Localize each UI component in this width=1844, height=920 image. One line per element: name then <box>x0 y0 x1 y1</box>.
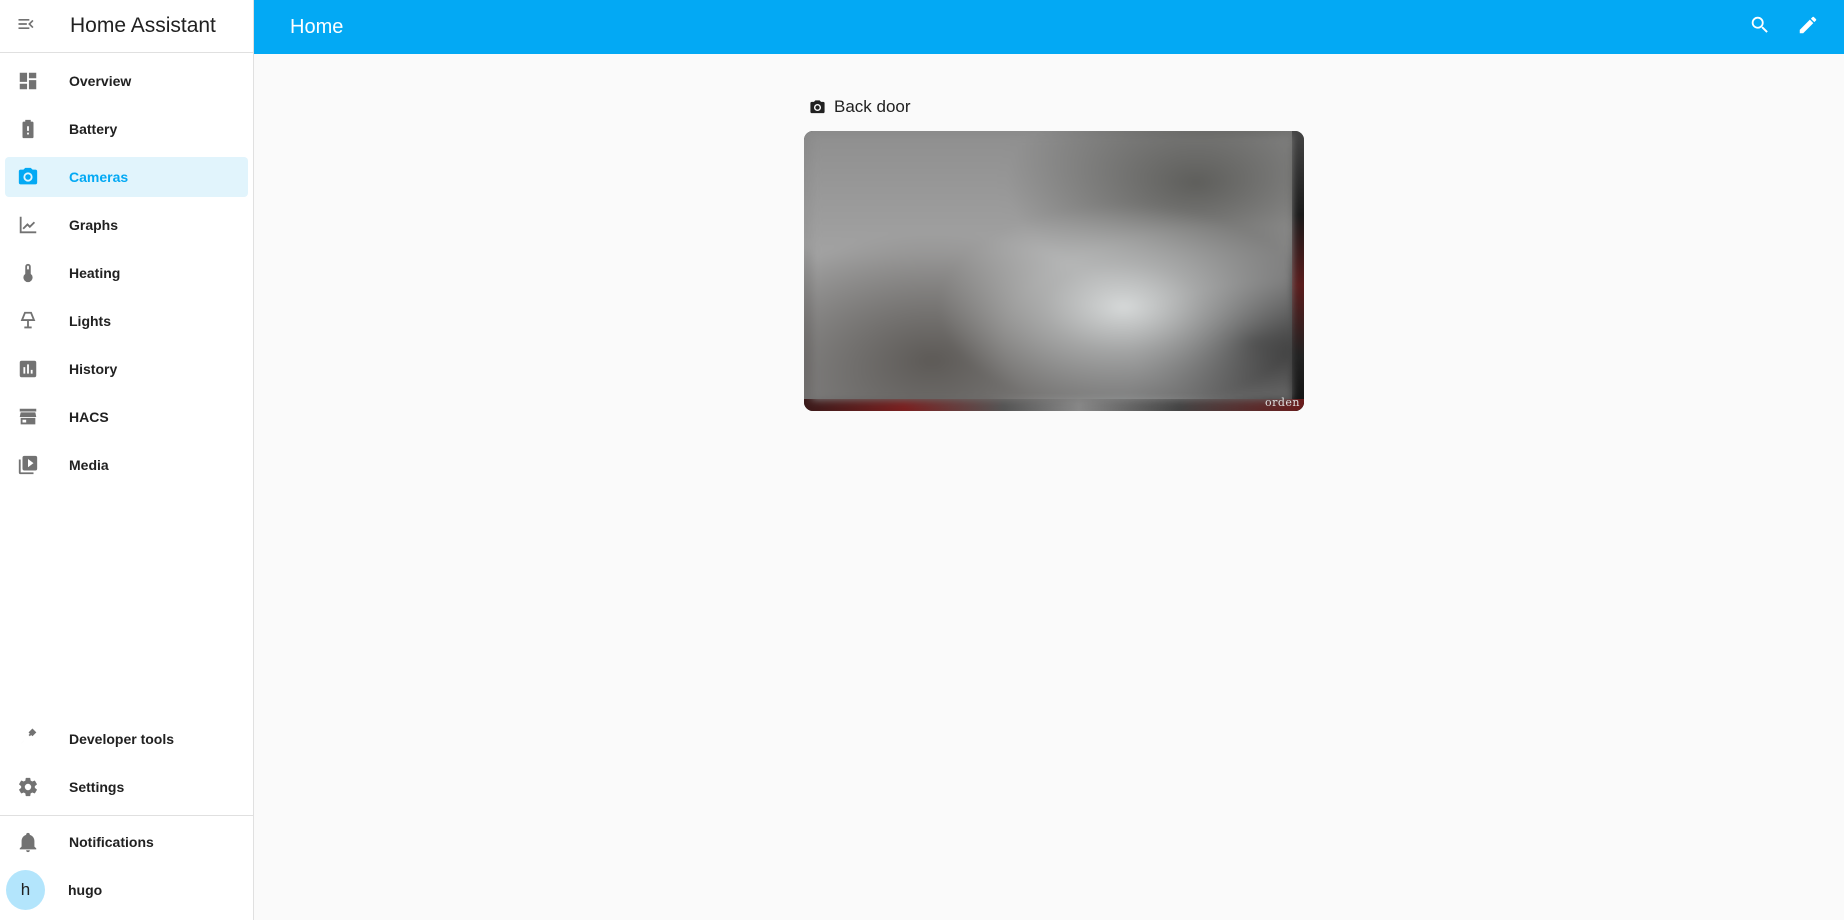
user-name: hugo <box>68 882 103 898</box>
sidebar-item-lights[interactable]: Lights <box>5 301 248 341</box>
chart-line-icon <box>5 214 45 236</box>
sidebar-item-label: Heating <box>69 265 121 281</box>
camera-watermark: orden <box>1264 396 1300 409</box>
search-icon <box>1749 14 1771 41</box>
radiator-icon <box>5 262 45 284</box>
sidebar-item-label: Lights <box>69 313 111 329</box>
sidebar-item-heating[interactable]: Heating <box>5 253 248 293</box>
hacs-store-icon <box>5 406 45 428</box>
sidebar-item-label: Overview <box>69 73 132 89</box>
camera-card-header: Back door <box>804 94 1304 120</box>
edit-dashboard-button[interactable] <box>1784 3 1832 51</box>
media-play-icon <box>5 454 45 476</box>
dashboard-content: Back door orden <box>254 54 1844 920</box>
camera-icon <box>5 166 45 188</box>
sidebar-item-label: Settings <box>69 779 125 795</box>
sidebar: Home Assistant Overview Battery Cameras <box>0 0 254 920</box>
main-area: Home Back door orden <box>254 0 1844 920</box>
battery-alert-icon <box>5 118 45 140</box>
sidebar-item-graphs[interactable]: Graphs <box>5 205 248 245</box>
sidebar-item-cameras[interactable]: Cameras <box>5 157 248 197</box>
sidebar-item-hacs[interactable]: HACS <box>5 397 248 437</box>
camera-card-title[interactable]: Back door <box>834 97 911 117</box>
sidebar-item-profile[interactable]: h hugo <box>5 870 248 910</box>
page-title: Home <box>290 15 344 38</box>
menu-toggle-button[interactable] <box>0 0 52 53</box>
hammer-icon <box>5 728 45 750</box>
avatar: h <box>5 870 45 910</box>
menu-open-icon <box>16 14 36 39</box>
sidebar-item-label: History <box>69 361 118 377</box>
camera-privacy-blur <box>812 135 1292 400</box>
sidebar-item-label: Notifications <box>69 834 154 850</box>
sidebar-item-label: Battery <box>69 121 118 137</box>
bar-chart-icon <box>5 358 45 380</box>
search-button[interactable] <box>1736 3 1784 51</box>
lamp-icon <box>5 310 45 332</box>
sidebar-nav: Overview Battery Cameras Graphs Heating … <box>0 53 253 493</box>
sidebar-bottom: Developer tools Settings Notifications h <box>0 715 253 920</box>
sidebar-divider <box>0 815 253 816</box>
app-root: Home Assistant Overview Battery Cameras <box>0 0 1844 920</box>
camera-image-edge <box>1292 131 1304 411</box>
pencil-icon <box>1797 14 1819 41</box>
sidebar-item-media[interactable]: Media <box>5 445 248 485</box>
camera-icon <box>808 98 826 116</box>
camera-feed[interactable]: orden <box>804 131 1304 411</box>
sidebar-item-label: HACS <box>69 409 109 425</box>
avatar-initial: h <box>6 870 45 910</box>
sidebar-item-label: Media <box>69 457 109 473</box>
camera-card: Back door orden <box>804 94 1304 411</box>
sidebar-item-label: Graphs <box>69 217 119 233</box>
sidebar-item-history[interactable]: History <box>5 349 248 389</box>
top-app-bar: Home <box>254 0 1844 54</box>
sidebar-item-label: Cameras <box>69 169 129 185</box>
sidebar-item-notifications[interactable]: Notifications <box>5 822 248 862</box>
sidebar-item-developer-tools[interactable]: Developer tools <box>5 719 248 759</box>
sidebar-item-settings[interactable]: Settings <box>5 767 248 807</box>
gear-icon <box>5 776 45 798</box>
sidebar-item-battery[interactable]: Battery <box>5 109 248 149</box>
sidebar-item-overview[interactable]: Overview <box>5 61 248 101</box>
sidebar-item-label: Developer tools <box>69 731 175 747</box>
sidebar-header: Home Assistant <box>0 0 253 53</box>
dashboard-icon <box>5 70 45 92</box>
camera-image-bottom-edge <box>804 399 1304 411</box>
app-title: Home Assistant <box>70 14 216 37</box>
bell-icon <box>5 831 45 853</box>
